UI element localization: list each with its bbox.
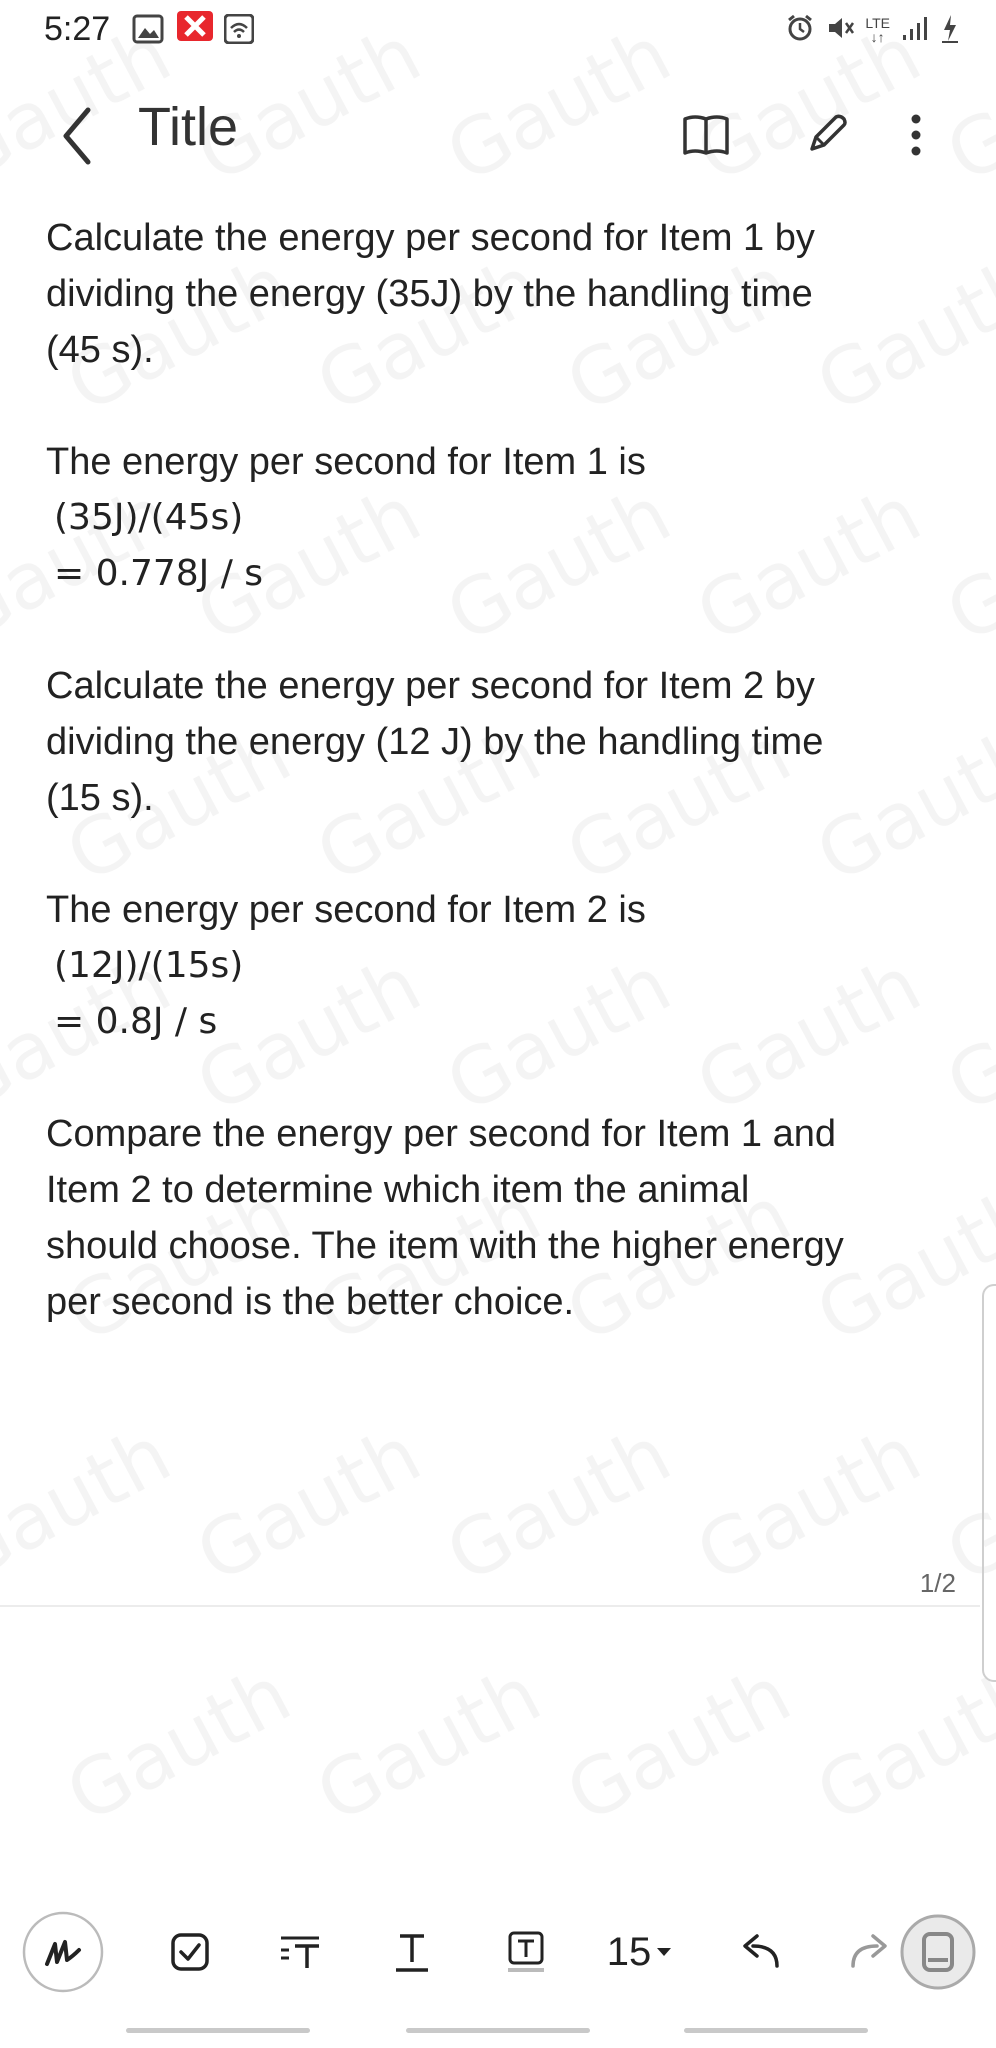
chevron-left-icon bbox=[63, 107, 91, 165]
watermark-text: Gauth bbox=[433, 1409, 685, 1600]
pen-icon bbox=[810, 114, 847, 151]
paragraph-4: The energy per second for Item 2 is (12J… bbox=[46, 882, 926, 1050]
text-line: Compare the energy per second for Item 1… bbox=[46, 1113, 837, 1155]
mute-icon bbox=[825, 13, 855, 48]
battery-charging-icon bbox=[940, 12, 960, 49]
editor-toolbar: 15 bbox=[0, 1900, 996, 2010]
text-line: (45 s). bbox=[46, 329, 154, 371]
watermark-text: Gauth bbox=[683, 1409, 935, 1600]
watermark-text: Gauth bbox=[553, 1649, 805, 1840]
eraser-icon bbox=[900, 1914, 976, 1990]
math-line: (12J)/(15s) bbox=[54, 945, 244, 986]
paragraph-5: Compare the energy per second for Item 1… bbox=[46, 1106, 926, 1330]
watermark-text: Gauth bbox=[933, 939, 996, 1130]
watermark-text: Gauth bbox=[183, 1409, 435, 1600]
paragraph-1: Calculate the energy per second for Item… bbox=[46, 210, 926, 378]
text-line: dividing the energy (35J) by the handlin… bbox=[46, 273, 813, 315]
edit-button[interactable] bbox=[796, 100, 856, 170]
handwriting-button[interactable] bbox=[18, 1911, 108, 1993]
redo-icon bbox=[851, 1934, 887, 1968]
paragraph-style-button[interactable] bbox=[270, 1912, 330, 1992]
status-bar: 5:27 LTE ↓↑ bbox=[0, 0, 996, 60]
watermark-text: Gauth bbox=[0, 1409, 185, 1600]
watermark-text: Gauth bbox=[53, 1649, 305, 1840]
nav-home-indicator[interactable] bbox=[406, 2028, 590, 2033]
text-color-button[interactable] bbox=[496, 1912, 556, 1992]
undo-button[interactable] bbox=[730, 1912, 790, 1992]
network-type-label: LTE bbox=[865, 15, 890, 31]
text-style-icon bbox=[396, 1934, 428, 1972]
text-line: per second is the better choice. bbox=[46, 1281, 575, 1323]
wifi-calling-icon bbox=[223, 13, 255, 49]
checkbox-icon bbox=[171, 1933, 209, 1971]
reading-mode-button[interactable] bbox=[676, 100, 736, 170]
text-line: The energy per second for Item 1 is bbox=[46, 441, 646, 483]
back-button[interactable] bbox=[52, 100, 102, 170]
watermark-text: Gauth bbox=[803, 1649, 996, 1840]
eraser-button[interactable] bbox=[896, 1912, 980, 1992]
paragraph-3: Calculate the energy per second for Item… bbox=[46, 658, 926, 826]
note-content[interactable]: Calculate the energy per second for Item… bbox=[46, 210, 926, 1330]
text-line: dividing the energy (12 J) by the handli… bbox=[46, 721, 824, 763]
text-line: should choose. The item with the higher … bbox=[46, 1225, 844, 1267]
alarm-icon bbox=[785, 13, 815, 48]
checkbox-button[interactable] bbox=[160, 1912, 220, 1992]
app-notification-icon bbox=[176, 10, 214, 51]
text-format-button[interactable] bbox=[382, 1912, 442, 1992]
watermark-text: Gauth bbox=[933, 469, 996, 660]
more-options-button[interactable] bbox=[886, 100, 946, 170]
caret-down-icon bbox=[657, 1948, 672, 1956]
redo-button[interactable] bbox=[840, 1912, 900, 1992]
page-title: Title bbox=[138, 97, 239, 157]
more-vert-icon bbox=[911, 114, 921, 156]
font-size-selector[interactable]: 15 bbox=[600, 1912, 680, 1992]
font-size-value: 15 bbox=[606, 1929, 652, 1974]
text-box-icon bbox=[508, 1931, 544, 1972]
math-line: (35J)/(45s) bbox=[54, 497, 244, 538]
nav-back-indicator[interactable] bbox=[684, 2028, 868, 2033]
status-time: 5:27 bbox=[44, 10, 111, 48]
gallery-notification-icon bbox=[132, 14, 164, 49]
app-header: Title bbox=[0, 60, 996, 190]
system-nav-bar bbox=[0, 2022, 996, 2048]
page-divider bbox=[0, 1605, 980, 1607]
network-type-icon: LTE ↓↑ bbox=[865, 15, 890, 45]
handwriting-icon bbox=[22, 1911, 104, 1993]
scrollbar[interactable] bbox=[982, 1284, 996, 1682]
paragraph-style-icon bbox=[281, 1936, 319, 1968]
paragraph-2: The energy per second for Item 1 is (35J… bbox=[46, 434, 926, 602]
page-indicator: 1/2 bbox=[919, 1568, 956, 1598]
watermark-text: Gauth bbox=[303, 1649, 555, 1840]
math-line: = 0.8J / s bbox=[54, 1001, 218, 1042]
book-icon bbox=[683, 115, 729, 155]
signal-icon bbox=[900, 13, 930, 48]
math-line: = 0.778J / s bbox=[54, 553, 264, 594]
text-line: The energy per second for Item 2 is bbox=[46, 889, 646, 931]
undo-icon bbox=[743, 1934, 779, 1968]
nav-recents-indicator[interactable] bbox=[126, 2028, 310, 2033]
text-line: Calculate the energy per second for Item… bbox=[46, 665, 815, 707]
text-line: Calculate the energy per second for Item… bbox=[46, 217, 815, 259]
text-line: (15 s). bbox=[46, 777, 154, 819]
text-line: Item 2 to determine which item the anima… bbox=[46, 1169, 750, 1211]
